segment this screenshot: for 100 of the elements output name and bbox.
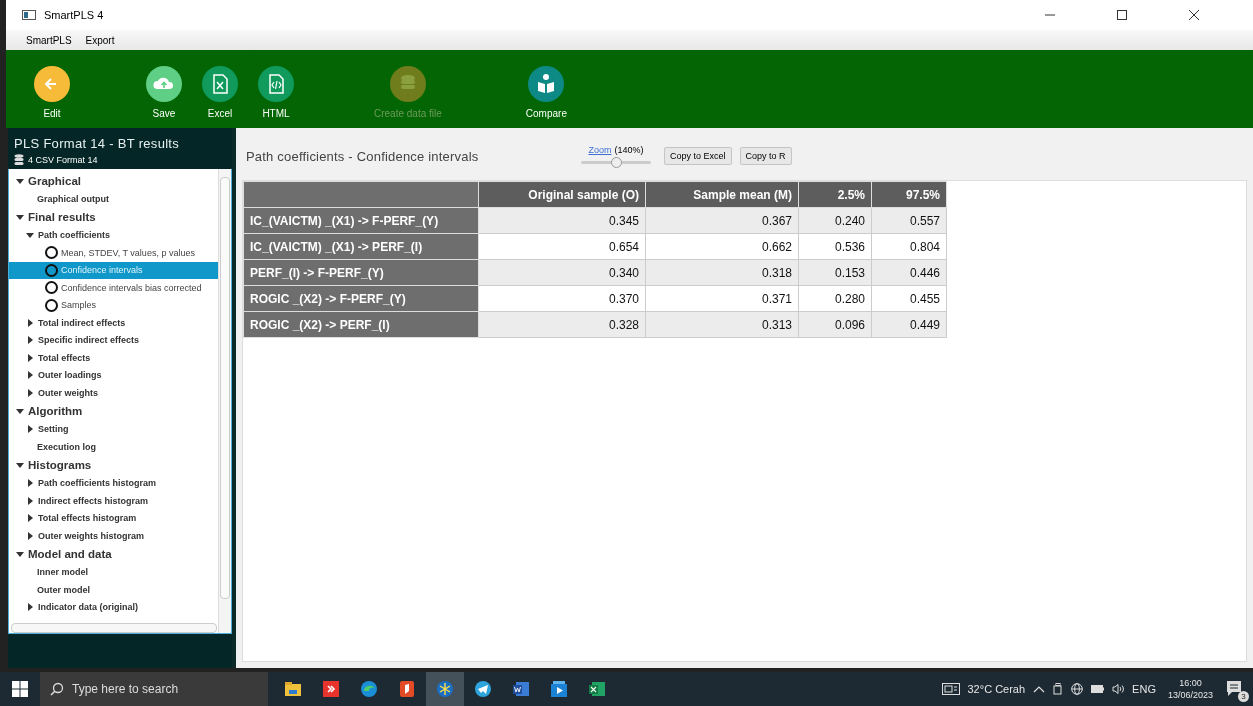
tree-item[interactable]: Algorithm	[9, 401, 218, 421]
table-cell: 0.367	[645, 207, 799, 234]
speaker-icon[interactable]	[1112, 684, 1125, 694]
tree-item[interactable]: Indicator data (original)	[9, 598, 218, 616]
tree-item[interactable]: Path coefficients	[9, 226, 218, 244]
radio-icon[interactable]	[45, 298, 58, 312]
table-cell: 0.318	[645, 259, 799, 286]
collapse-icon[interactable]	[15, 549, 25, 559]
zoom-value: (140%)	[614, 145, 644, 155]
expand-icon[interactable]	[25, 352, 35, 363]
tree-item[interactable]: Samples	[9, 296, 218, 314]
tree-item[interactable]: Graphical	[9, 171, 218, 190]
spreadsheet-icon	[587, 679, 607, 699]
table-cell: 0.240	[798, 207, 872, 234]
table-cell: 0.654	[478, 233, 646, 260]
weather-label[interactable]: 32°C Cerah	[967, 683, 1026, 695]
tree-item[interactable]: Execution log	[9, 438, 218, 456]
news-icon[interactable]	[941, 683, 960, 695]
snowflake-icon	[435, 679, 455, 699]
tree-item[interactable]: Total effects	[9, 349, 218, 367]
chevron-up-icon[interactable]	[1033, 685, 1046, 693]
tree-item[interactable]: Specific indirect effects	[9, 331, 218, 349]
tree-item[interactable]: Outer weights histogram	[9, 527, 218, 545]
tree-item[interactable]: Final results	[9, 207, 218, 227]
notification-badge: 3	[1238, 691, 1249, 702]
table-cell: 0.449	[871, 311, 947, 338]
clock-date[interactable]: 13/06/2023	[1167, 690, 1213, 700]
table-cell: 0.345	[478, 207, 646, 234]
expand-icon[interactable]	[25, 495, 35, 506]
expand-icon[interactable]	[25, 513, 35, 524]
globe-icon[interactable]	[1071, 683, 1084, 695]
collapse-icon[interactable]	[15, 460, 25, 470]
row-header: ROGIC _(X2) -> PERF_(I)	[243, 311, 479, 338]
menu-item[interactable]: SmartPLS	[26, 34, 72, 46]
dataset-label: 4 CSV Format 14	[28, 154, 98, 165]
column-header: 2.5%	[798, 181, 872, 208]
windows-start-icon[interactable]	[12, 681, 28, 697]
table-cell: 0.557	[871, 207, 947, 234]
tree-item[interactable]: Graphical output	[9, 190, 218, 208]
tree-item[interactable]: Indirect effects histogram	[9, 492, 218, 510]
expand-icon[interactable]	[25, 335, 35, 346]
row-header: ROGIC _(X2) -> F-PERF_(Y)	[243, 285, 479, 312]
tree-item[interactable]: Confidence intervals bias corrected	[9, 279, 218, 297]
expand-icon[interactable]	[25, 370, 35, 381]
column-header: Sample mean (M)	[645, 181, 799, 208]
tree-item[interactable]: Total effects histogram	[9, 509, 218, 527]
tree-item[interactable]: Outer model	[9, 581, 218, 599]
expand-icon[interactable]	[25, 317, 35, 328]
table-cell: 0.536	[798, 233, 872, 260]
tree-item[interactable]: Inner model	[9, 563, 218, 581]
scrollbar[interactable]	[220, 177, 230, 599]
zoom-slider[interactable]	[581, 157, 651, 167]
browser-icon	[359, 679, 379, 699]
tree-item[interactable]: Model and data	[9, 544, 218, 564]
word-document-icon	[511, 679, 531, 699]
database-icon	[14, 154, 24, 165]
remote-desktop-icon	[321, 679, 341, 699]
copy-button[interactable]: Copy to Excel	[664, 147, 732, 165]
tree-item[interactable]: Path coefficients histogram	[9, 474, 218, 492]
expand-icon[interactable]	[25, 530, 35, 541]
table-cell: 0.370	[478, 285, 646, 312]
table-cell: 0.804	[871, 233, 947, 260]
row-header: IC_(VAICTM) _(X1) -> PERF_(I)	[243, 233, 479, 260]
row-header: PERF_(I) -> F-PERF_(Y)	[243, 259, 479, 286]
expand-icon[interactable]	[25, 424, 35, 435]
window-title: SmartPLS 4	[44, 9, 104, 21]
slider-thumb[interactable]	[611, 156, 622, 168]
scrollbar[interactable]	[11, 623, 217, 633]
tree-item[interactable]: Setting	[9, 420, 218, 438]
radio-icon[interactable]	[45, 281, 58, 295]
expand-icon[interactable]	[25, 478, 35, 489]
collapse-icon[interactable]	[15, 212, 25, 222]
page-title: Path coefficients - Confidence intervals	[245, 148, 480, 164]
table-cell: 0.446	[871, 259, 947, 286]
menu-item[interactable]: Export	[85, 34, 115, 46]
maximize-icon[interactable]	[1117, 10, 1127, 20]
tree-item[interactable]: Total indirect effects	[9, 314, 218, 332]
tree-item[interactable]: Mean, STDEV, T values, p values	[9, 244, 218, 262]
zoom-link[interactable]: Zoom	[588, 145, 612, 155]
play-window-icon	[549, 679, 569, 699]
battery-icon[interactable]	[1091, 685, 1105, 693]
clock-time[interactable]: 16:00	[1179, 678, 1202, 688]
search-field[interactable]: Type here to search	[40, 672, 268, 706]
radio-icon[interactable]	[45, 246, 58, 260]
expand-icon[interactable]	[25, 387, 35, 398]
expand-icon[interactable]	[25, 602, 35, 613]
language-indicator[interactable]: ENG	[1132, 683, 1156, 695]
close-icon[interactable]	[1189, 10, 1199, 20]
table-cell: 0.153	[798, 259, 872, 286]
tree-item[interactable]: Outer weights	[9, 384, 218, 402]
tree-item[interactable]: Histograms	[9, 455, 218, 475]
collapse-icon[interactable]	[15, 406, 25, 416]
notification-icon[interactable]	[1225, 679, 1243, 697]
radio-icon[interactable]	[45, 263, 58, 277]
table-cell: 0.313	[645, 311, 799, 338]
copy-button[interactable]: Copy to R	[739, 147, 792, 165]
project-title: PLS Format 14 - BT results	[14, 136, 181, 151]
app-icon	[22, 10, 36, 20]
table-cell: 0.662	[645, 233, 799, 260]
tree-item[interactable]: Outer loadings	[9, 366, 218, 384]
